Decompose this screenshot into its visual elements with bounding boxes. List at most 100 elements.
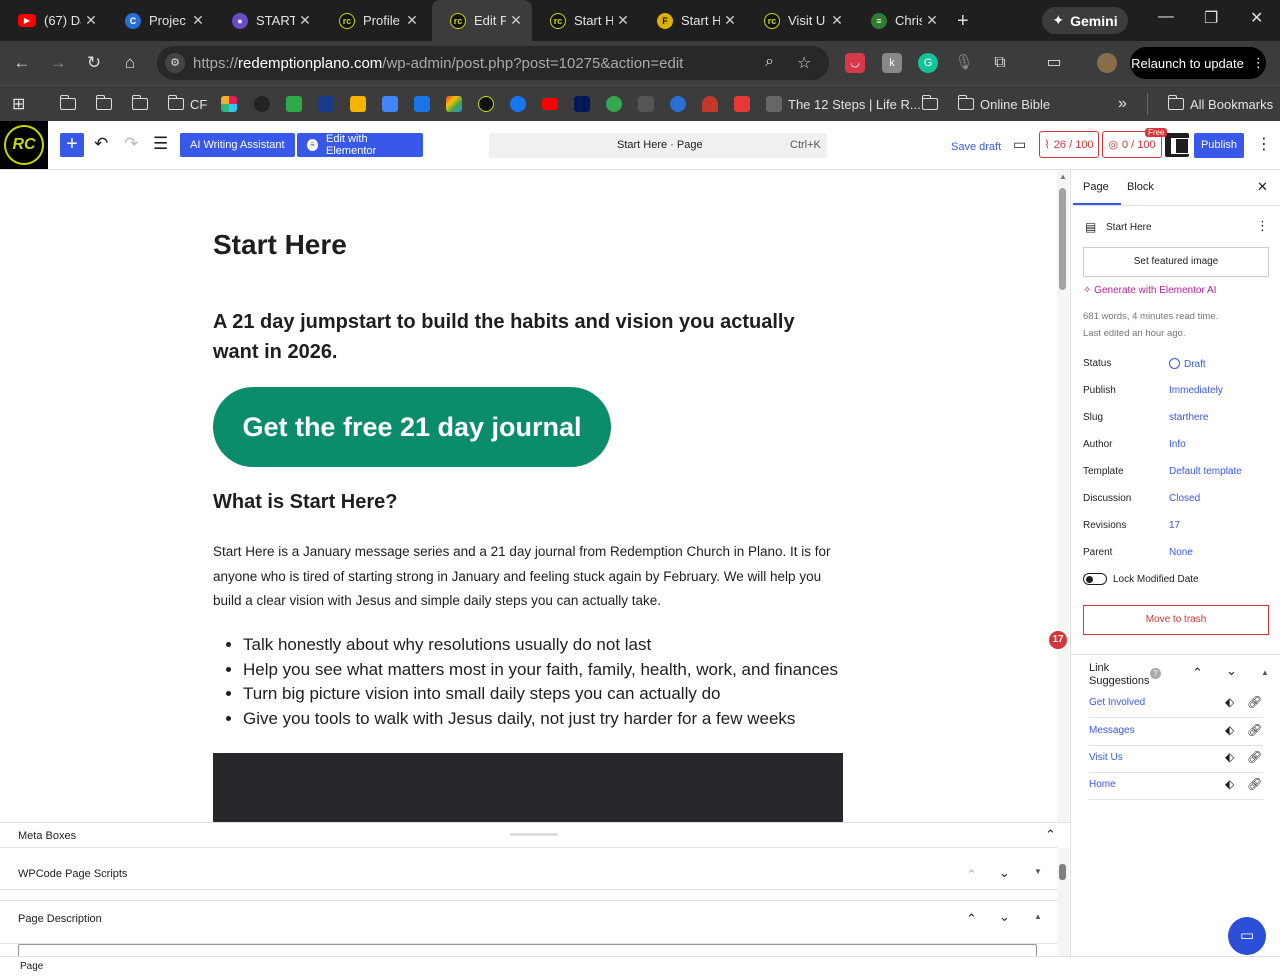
- close-icon[interactable]: ✕: [506, 12, 526, 29]
- journal-cta-button[interactable]: Get the free 21 day journal: [213, 387, 611, 467]
- site-logo[interactable]: RC: [0, 121, 48, 169]
- row-value[interactable]: Immediately: [1169, 385, 1223, 396]
- notification-badge[interactable]: 17: [1049, 631, 1067, 649]
- canvas-scrollbar[interactable]: ▲: [1057, 170, 1069, 822]
- meta-boxes-header[interactable]: Meta Boxes ⌃: [0, 823, 1057, 848]
- row-value[interactable]: 17: [1169, 520, 1180, 531]
- cast-icon[interactable]: ▭: [1044, 53, 1064, 73]
- anchor-icon[interactable]: ⬖: [1225, 750, 1234, 764]
- link-icon[interactable]: 🔗︎: [1247, 723, 1262, 737]
- site-info-icon[interactable]: ⚙: [165, 53, 185, 73]
- move-to-trash-button[interactable]: Move to trash: [1083, 605, 1269, 635]
- bookmark-dw[interactable]: [638, 93, 654, 115]
- generate-ai-link[interactable]: ✧ Generate with Elementor AI: [1083, 285, 1216, 296]
- command-palette-bar[interactable]: Start Here · Page Ctrl+K: [489, 133, 827, 158]
- browser-tab-active[interactable]: rc Edit Pa ✕: [432, 0, 532, 41]
- link-suggestion-row[interactable]: Get Involved ⬖ 🔗︎: [1089, 691, 1263, 718]
- link-suggestion-row[interactable]: Messages ⬖ 🔗︎: [1089, 719, 1263, 746]
- close-icon[interactable]: ✕: [613, 12, 633, 29]
- window-close-icon[interactable]: ✕: [1250, 8, 1263, 28]
- help-icon[interactable]: ?: [1150, 668, 1161, 679]
- close-icon[interactable]: ✕: [81, 12, 101, 29]
- redo-icon[interactable]: ↷: [124, 134, 138, 154]
- undo-icon[interactable]: ↶: [94, 134, 108, 154]
- zoom-icon[interactable]: ⌕: [765, 53, 774, 71]
- lock-modified-toggle[interactable]: [1083, 573, 1107, 585]
- section-heading[interactable]: What is Start Here?: [213, 491, 397, 514]
- settings-sidebar-toggle[interactable]: [1165, 133, 1189, 157]
- anchor-icon[interactable]: ⬖: [1225, 777, 1234, 791]
- close-icon[interactable]: ✕: [922, 12, 942, 29]
- seo-score-button[interactable]: ⌇ 26 / 100: [1039, 131, 1099, 158]
- bookmark-youtube[interactable]: [542, 93, 558, 115]
- bookmark-gloo[interactable]: [254, 93, 270, 115]
- close-icon[interactable]: ✕: [295, 12, 315, 29]
- scroll-up-icon[interactable]: ▲: [1059, 172, 1067, 181]
- row-value[interactable]: starthere: [1169, 412, 1208, 423]
- ai-writing-assistant-button[interactable]: AI Writing Assistant: [180, 133, 295, 157]
- bookmark-church[interactable]: [318, 93, 334, 115]
- link-suggestion-row[interactable]: Visit Us ⬖ 🔗︎: [1089, 746, 1263, 773]
- chevron-right-icon[interactable]: »: [1118, 93, 1127, 115]
- close-icon[interactable]: ✕: [402, 12, 422, 29]
- microphone-icon[interactable]: 🎙: [954, 53, 974, 73]
- move-down-icon[interactable]: ⌄: [999, 909, 1010, 925]
- browser-tab[interactable]: ▶ (67) Da ✕: [0, 0, 107, 41]
- link-suggestions-heading[interactable]: Link Suggestions: [1089, 662, 1150, 688]
- browser-tab[interactable]: rc Start H ✕: [532, 0, 639, 41]
- suggested-link[interactable]: Get Involved: [1089, 697, 1145, 708]
- browser-tab[interactable]: F Start H ✕: [639, 0, 746, 41]
- forward-icon[interactable]: →: [47, 53, 69, 73]
- breadcrumb-item[interactable]: Page: [20, 961, 43, 972]
- browser-tab[interactable]: ≡ Christ ✕: [853, 0, 948, 41]
- apps-icon[interactable]: ⊞: [12, 93, 25, 115]
- back-icon[interactable]: ←: [11, 53, 33, 73]
- browser-tab[interactable]: ● START ✕: [214, 0, 321, 41]
- close-icon[interactable]: ✕: [188, 12, 208, 29]
- toggle-panel-icon[interactable]: ▼: [1034, 867, 1042, 876]
- document-overview-icon[interactable]: ☰: [153, 134, 168, 154]
- set-featured-image-button[interactable]: Set featured image: [1083, 247, 1269, 277]
- grammarly-icon[interactable]: G: [918, 53, 938, 73]
- scrollbar-thumb[interactable]: [1059, 188, 1066, 290]
- preview-icon[interactable]: ▭: [1013, 136, 1026, 153]
- bookmark-ui[interactable]: [574, 93, 590, 115]
- row-value[interactable]: Default template: [1169, 466, 1242, 477]
- bookmark-red[interactable]: [734, 93, 750, 115]
- bookmark-12steps[interactable]: The 12 Steps | Life R...: [766, 93, 921, 115]
- publish-button[interactable]: Publish: [1194, 133, 1244, 158]
- maximize-icon[interactable]: ❐: [1204, 8, 1218, 28]
- chevron-down-icon[interactable]: ⌄: [1226, 663, 1237, 679]
- link-icon[interactable]: 🔗︎: [1247, 750, 1262, 764]
- row-value[interactable]: Draft: [1169, 358, 1206, 370]
- bookmark-rc[interactable]: [478, 93, 494, 115]
- tab-block[interactable]: Block: [1127, 181, 1154, 193]
- row-value[interactable]: Closed: [1169, 493, 1200, 504]
- save-draft-button[interactable]: Save draft: [951, 141, 1001, 153]
- close-icon[interactable]: ✕: [1257, 179, 1268, 195]
- minimize-icon[interactable]: —: [1158, 8, 1174, 26]
- extensions-puzzle-icon[interactable]: ⧉: [990, 53, 1010, 73]
- bookmark-docs[interactable]: [382, 93, 398, 115]
- browser-tab[interactable]: rc Visit U ✕: [746, 0, 853, 41]
- resize-handle[interactable]: [510, 833, 558, 836]
- bookmark-keep[interactable]: [350, 93, 366, 115]
- page-description-metabox[interactable]: Page Description ⌃ ⌄ ▲: [0, 900, 1057, 944]
- close-icon[interactable]: ✕: [720, 12, 740, 29]
- home-icon[interactable]: ⌂: [119, 53, 141, 73]
- paragraph-block[interactable]: Start Here is a January message series a…: [213, 540, 843, 614]
- avatar[interactable]: [1097, 53, 1117, 73]
- pocket-icon[interactable]: ◡: [845, 53, 865, 73]
- block-inserter-button[interactable]: +: [60, 133, 84, 157]
- chevron-up-icon[interactable]: ⌃: [1192, 665, 1203, 681]
- relaunch-button[interactable]: Relaunch to update ⋮: [1130, 47, 1266, 79]
- meta-scrollbar[interactable]: [1057, 848, 1069, 957]
- new-tab-icon[interactable]: +: [957, 10, 969, 33]
- browser-tab[interactable]: rc Profile ✕: [321, 0, 428, 41]
- move-down-icon[interactable]: ⌄: [999, 865, 1010, 881]
- browser-tab[interactable]: C Projec ✕: [107, 0, 214, 41]
- bookmark-slack[interactable]: [221, 93, 237, 115]
- bookmark-folder-cf[interactable]: CF: [168, 93, 207, 115]
- suggested-link[interactable]: Visit Us: [1089, 752, 1123, 763]
- chevron-up-icon[interactable]: ⌃: [1045, 827, 1056, 843]
